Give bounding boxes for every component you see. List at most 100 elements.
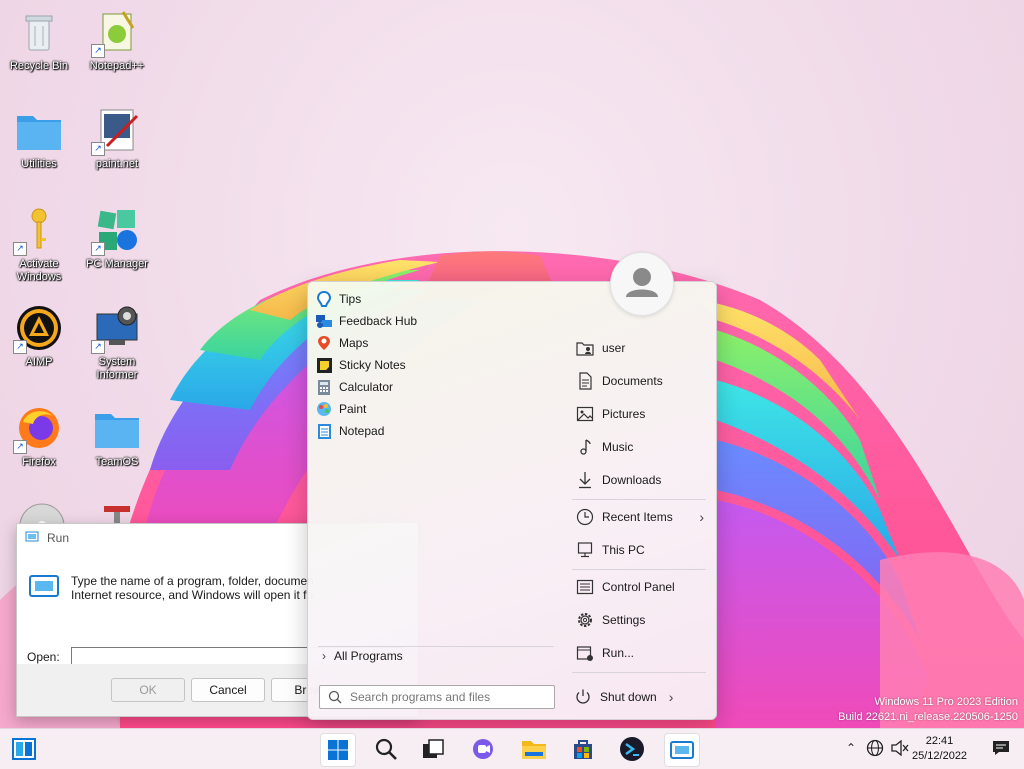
place-item-music[interactable]: Music	[574, 433, 706, 461]
shortcut-arrow-icon: ↗	[13, 340, 27, 354]
volume-muted-icon[interactable]	[891, 739, 909, 759]
program-label: Feedback Hub	[339, 314, 418, 328]
program-item-calculator[interactable]: Calculator	[316, 376, 556, 398]
download-icon	[579, 472, 591, 489]
run-large-icon	[29, 574, 59, 603]
search-icon	[328, 690, 342, 704]
maps-icon	[316, 335, 332, 351]
place-item-documents[interactable]: Documents	[574, 367, 706, 395]
program-item-tips[interactable]: Tips	[316, 288, 556, 310]
clock-time: 22:41	[925, 735, 954, 747]
microsoft-store-button[interactable]	[566, 733, 600, 765]
desktop-icon-label: Recycle Bin	[9, 60, 69, 72]
program-label: Notepad	[339, 424, 385, 438]
place-label: user	[602, 341, 626, 355]
paint-icon	[316, 401, 332, 417]
place-item-this-pc[interactable]: This PC	[574, 536, 706, 564]
place-item-downloads[interactable]: Downloads	[574, 466, 706, 494]
program-item-paint[interactable]: Paint	[316, 398, 556, 420]
shortcut-arrow-icon: ↗	[91, 44, 105, 58]
notifications-icon[interactable]	[992, 740, 1010, 759]
place-item-recent-items[interactable]: Recent Items ›	[574, 503, 704, 531]
desktop-icon-label: PC Manager	[86, 258, 148, 270]
pc-manager-icon: ↗	[91, 206, 141, 256]
desktop-icon-aimp[interactable]: ↗ AIMP	[2, 304, 76, 369]
globe-icon[interactable]	[866, 739, 884, 760]
shortcut-arrow-icon: ↗	[13, 440, 27, 454]
document-icon	[579, 372, 592, 390]
chevron-right-icon: ›	[699, 509, 704, 525]
shortcut-arrow-icon: ↗	[91, 242, 105, 256]
run-taskbar-button[interactable]	[664, 733, 700, 767]
program-label: Tips	[339, 292, 362, 306]
task-view-button[interactable]	[416, 733, 450, 765]
calculator-icon	[316, 379, 332, 395]
program-label: Maps	[339, 336, 369, 350]
desktop-icon-activate-windows[interactable]: ↗ Activate Windows	[2, 206, 76, 284]
search-input[interactable]: Search programs and files	[319, 685, 555, 709]
start-menu: Tips Feedback Hub Maps Sticky Notes Calc…	[307, 281, 717, 720]
program-item-sticky-notes[interactable]: Sticky Notes	[316, 354, 556, 376]
tips-icon	[316, 291, 332, 307]
power-icon	[576, 689, 590, 704]
aimp-icon: ↗	[13, 304, 63, 354]
ok-button[interactable]: OK	[111, 678, 185, 702]
terminal-button[interactable]	[615, 733, 649, 765]
chevron-up-icon[interactable]: ⌃	[846, 741, 856, 755]
place-item-settings[interactable]: Settings	[574, 606, 706, 634]
chat-icon	[473, 739, 493, 759]
watermark-build: Build 22621.ni_release.220506-1250	[838, 711, 1018, 723]
desktop-icon-system-informer[interactable]: ↗ System Informer	[80, 304, 154, 382]
run-icon	[576, 646, 593, 661]
teams-chat-button[interactable]	[466, 733, 500, 765]
shortcut-arrow-icon: ↗	[13, 242, 27, 256]
run-title: Run	[47, 531, 70, 545]
all-programs-label: All Programs	[334, 649, 403, 663]
open-label: Open:	[27, 650, 60, 664]
all-programs-button[interactable]: › All Programs	[322, 649, 403, 663]
search-icon	[375, 738, 397, 760]
control-panel-icon	[576, 579, 594, 595]
place-item-control-panel[interactable]: Control Panel	[574, 573, 706, 601]
desktop-icon-label: TeamOS	[95, 456, 139, 468]
desktop-icon-teamos[interactable]: TeamOS	[80, 404, 154, 469]
system-clock[interactable]: 22:41 25/12/2022	[912, 734, 967, 764]
desktop-icon-utilities[interactable]: Utilities	[2, 106, 76, 171]
file-explorer-button[interactable]	[517, 733, 551, 765]
program-item-maps[interactable]: Maps	[316, 332, 556, 354]
places-separator	[572, 499, 706, 500]
desktop-icon-label: AIMP	[25, 356, 53, 368]
desktop-icon-notepad-plus-plus[interactable]: ↗ Notepad++	[80, 8, 154, 73]
file-explorer-icon	[522, 741, 546, 759]
search-button[interactable]	[369, 733, 403, 765]
program-item-notepad[interactable]: Notepad	[316, 420, 556, 442]
user-avatar[interactable]	[610, 252, 674, 316]
feedback-hub-icon	[316, 313, 332, 329]
place-item-user[interactable]: user	[574, 334, 706, 362]
places-separator	[572, 672, 706, 673]
widgets-button[interactable]	[7, 733, 41, 765]
start-button[interactable]	[320, 733, 356, 767]
task-view-icon	[423, 739, 444, 758]
desktop-icon-firefox[interactable]: ↗ Firefox	[2, 404, 76, 469]
place-item-run[interactable]: Run...	[574, 639, 706, 667]
computer-icon	[577, 542, 593, 558]
system-informer-icon: ↗	[91, 304, 141, 354]
program-item-feedback-hub[interactable]: Feedback Hub	[316, 310, 556, 332]
places-separator	[572, 569, 706, 570]
place-label: Music	[602, 440, 634, 454]
search-placeholder: Search programs and files	[350, 690, 491, 704]
desktop-icon-recycle-bin[interactable]: Recycle Bin	[2, 8, 76, 73]
place-item-pictures[interactable]: Pictures	[574, 400, 706, 428]
place-label: Control Panel	[602, 580, 675, 594]
shortcut-arrow-icon: ↗	[91, 340, 105, 354]
desktop-icon-label: System Informer	[96, 356, 138, 381]
shut-down-button[interactable]: Shut down ›	[574, 686, 673, 708]
picture-icon	[576, 406, 594, 422]
desktop-icon-pc-manager[interactable]: ↗ PC Manager	[80, 206, 154, 271]
cancel-button[interactable]: Cancel	[191, 678, 265, 702]
chevron-right-icon[interactable]: ›	[669, 689, 674, 705]
windows-logo-icon	[328, 740, 348, 760]
desktop-icon-paint-net[interactable]: ↗ paint.net	[80, 106, 154, 171]
notepad-plus-plus-icon: ↗	[91, 8, 141, 58]
